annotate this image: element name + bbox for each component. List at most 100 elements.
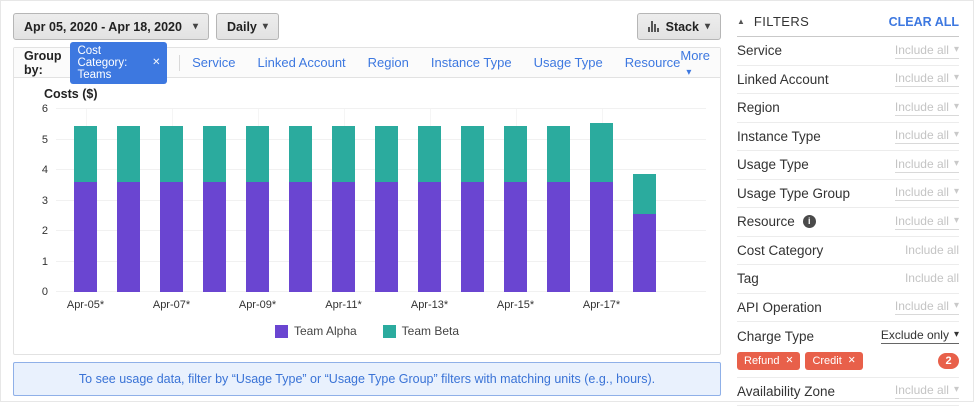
granularity-dropdown[interactable]: Daily ▾ [216, 13, 279, 40]
filter-value-usage-type-group[interactable]: Include all▾ [895, 185, 959, 201]
bar-segment-team-beta[interactable] [160, 126, 183, 182]
filter-value-text: Exclude only [881, 328, 949, 342]
group-by-chip-cost-category-teams[interactable]: Cost Category: Teams ✕ [70, 42, 167, 84]
filter-row-api-operation: API OperationInclude all▾ [737, 294, 959, 323]
group-by-link-resource[interactable]: Resource [625, 55, 681, 70]
filter-label-cost-category: Cost Category [737, 243, 823, 258]
filter-value-instance-type[interactable]: Include all▾ [895, 128, 959, 144]
stack-chart-type-dropdown[interactable]: Stack ▾ [637, 13, 721, 40]
info-icon[interactable]: i [803, 215, 816, 228]
close-icon[interactable]: ✕ [785, 355, 793, 366]
group-by-link-linked-account[interactable]: Linked Account [257, 55, 345, 70]
chevron-down-icon: ▾ [954, 330, 959, 340]
bar-segment-team-beta[interactable] [332, 126, 355, 182]
bar-segment-team-beta[interactable] [203, 126, 226, 182]
bar-segment-team-beta[interactable] [74, 126, 97, 182]
chevron-down-icon: ▾ [193, 22, 198, 32]
bar-segment-team-alpha[interactable] [461, 182, 484, 292]
legend-label: Team Beta [402, 324, 459, 338]
bar-segment-team-beta[interactable] [117, 126, 140, 182]
bar-apr-07[interactable]: Apr-07* [160, 109, 183, 292]
bar-segment-team-alpha[interactable] [375, 182, 398, 292]
close-icon[interactable]: ✕ [152, 57, 160, 68]
bar-segment-team-alpha[interactable] [332, 182, 355, 292]
bar-segment-team-alpha[interactable] [203, 182, 226, 292]
chevron-down-icon: ▾ [954, 187, 959, 197]
bar-apr-18[interactable] [633, 109, 656, 292]
bar-segment-team-alpha[interactable] [418, 182, 441, 292]
bar-segment-team-alpha[interactable] [590, 182, 613, 292]
bar-segment-team-beta[interactable] [246, 126, 269, 182]
group-by-more-dropdown[interactable]: More ▾ [680, 48, 710, 78]
bar-segment-team-alpha[interactable] [246, 182, 269, 292]
bar-apr-17[interactable]: Apr-17* [590, 109, 613, 292]
bar-apr-09[interactable]: Apr-09* [246, 109, 269, 292]
group-by-link-usage-type[interactable]: Usage Type [534, 55, 603, 70]
bar-segment-team-beta[interactable] [590, 123, 613, 182]
filter-value-availability-zone[interactable]: Include all▾ [895, 383, 959, 399]
filter-value-charge-type[interactable]: Exclude only ▾ [881, 328, 959, 344]
filter-chip-credit[interactable]: Credit✕ [805, 352, 862, 370]
bar-apr-12[interactable] [375, 109, 398, 292]
filter-value-text: Include all [905, 243, 959, 257]
chevron-down-icon: ▾ [954, 73, 959, 83]
bar-apr-10[interactable] [289, 109, 312, 292]
bar-apr-11[interactable]: Apr-11* [332, 109, 355, 292]
filter-row-tag: TagInclude all [737, 265, 959, 294]
group-by-link-service[interactable]: Service [192, 55, 235, 70]
filter-value-usage-type[interactable]: Include all▾ [895, 157, 959, 173]
bar-segment-team-alpha[interactable] [160, 182, 183, 292]
bar-segment-team-beta[interactable] [418, 126, 441, 182]
filter-value-api-operation[interactable]: Include all▾ [895, 299, 959, 315]
chevron-down-icon: ▾ [686, 67, 691, 78]
toolbar: Apr 05, 2020 - Apr 18, 2020 ▾ Daily ▾ St… [13, 13, 721, 40]
filter-chip-refund[interactable]: Refund✕ [737, 352, 800, 370]
filters-header: ▲ FILTERS CLEAR ALL [737, 13, 959, 37]
bar-segment-team-alpha[interactable] [504, 182, 527, 292]
x-tick-label-apr-07: Apr-07* [153, 299, 190, 311]
bar-segment-team-alpha[interactable] [547, 182, 570, 292]
filter-value-text: Include all [895, 157, 949, 171]
filter-label-availability-zone: Availability Zone [737, 384, 835, 399]
bar-segment-team-alpha[interactable] [117, 182, 140, 292]
group-by-link-instance-type[interactable]: Instance Type [431, 55, 512, 70]
chevron-down-icon: ▾ [954, 45, 959, 55]
bar-apr-15[interactable]: Apr-15* [504, 109, 527, 292]
main-column: Apr 05, 2020 - Apr 18, 2020 ▾ Daily ▾ St… [13, 13, 721, 401]
filter-value-service[interactable]: Include all▾ [895, 43, 959, 59]
date-range-picker[interactable]: Apr 05, 2020 - Apr 18, 2020 ▾ [13, 13, 209, 40]
group-by-link-region[interactable]: Region [368, 55, 409, 70]
bar-apr-16[interactable] [547, 109, 570, 292]
filter-value-linked-account[interactable]: Include all ▾ [895, 71, 959, 87]
bar-segment-team-beta[interactable] [547, 126, 570, 182]
bar-segment-team-beta[interactable] [633, 174, 656, 214]
bar-segment-team-beta[interactable] [461, 126, 484, 182]
bar-segment-team-alpha[interactable] [74, 182, 97, 292]
filter-value-region[interactable]: Include all▾ [895, 100, 959, 116]
bar-apr-06[interactable] [117, 109, 140, 292]
bar-segment-team-beta[interactable] [289, 126, 312, 182]
collapse-arrow-icon[interactable]: ▲ [737, 17, 745, 26]
clear-all-button[interactable]: CLEAR ALL [889, 15, 959, 29]
bar-apr-05[interactable]: Apr-05* [74, 109, 97, 292]
close-icon[interactable]: ✕ [848, 355, 856, 366]
filter-value-text: Include all [895, 71, 949, 85]
bar-apr-14[interactable] [461, 109, 484, 292]
bar-segment-team-beta[interactable] [504, 126, 527, 182]
legend-item-team-alpha[interactable]: Team Alpha [275, 324, 357, 338]
filter-row-region: RegionInclude all▾ [737, 94, 959, 123]
legend-swatch [275, 325, 288, 338]
bar-apr-13[interactable]: Apr-13* [418, 109, 441, 292]
filter-value-resource[interactable]: Include all▾ [895, 214, 959, 230]
chart-legend: Team Alpha Team Beta [22, 324, 712, 354]
bar-apr-08[interactable] [203, 109, 226, 292]
bar-segment-team-alpha[interactable] [633, 214, 656, 292]
chart-y-axis-title: Costs ($) [44, 87, 712, 101]
bar-segment-team-beta[interactable] [375, 126, 398, 182]
legend-item-team-beta[interactable]: Team Beta [383, 324, 459, 338]
filter-value-text: Include all [895, 214, 949, 228]
filter-row-instance-type: Instance TypeInclude all▾ [737, 123, 959, 152]
bar-segment-team-alpha[interactable] [289, 182, 312, 292]
filter-row-linked-account: Linked AccountInclude all▾ [737, 66, 959, 95]
filter-value-text: Include all [895, 383, 949, 397]
